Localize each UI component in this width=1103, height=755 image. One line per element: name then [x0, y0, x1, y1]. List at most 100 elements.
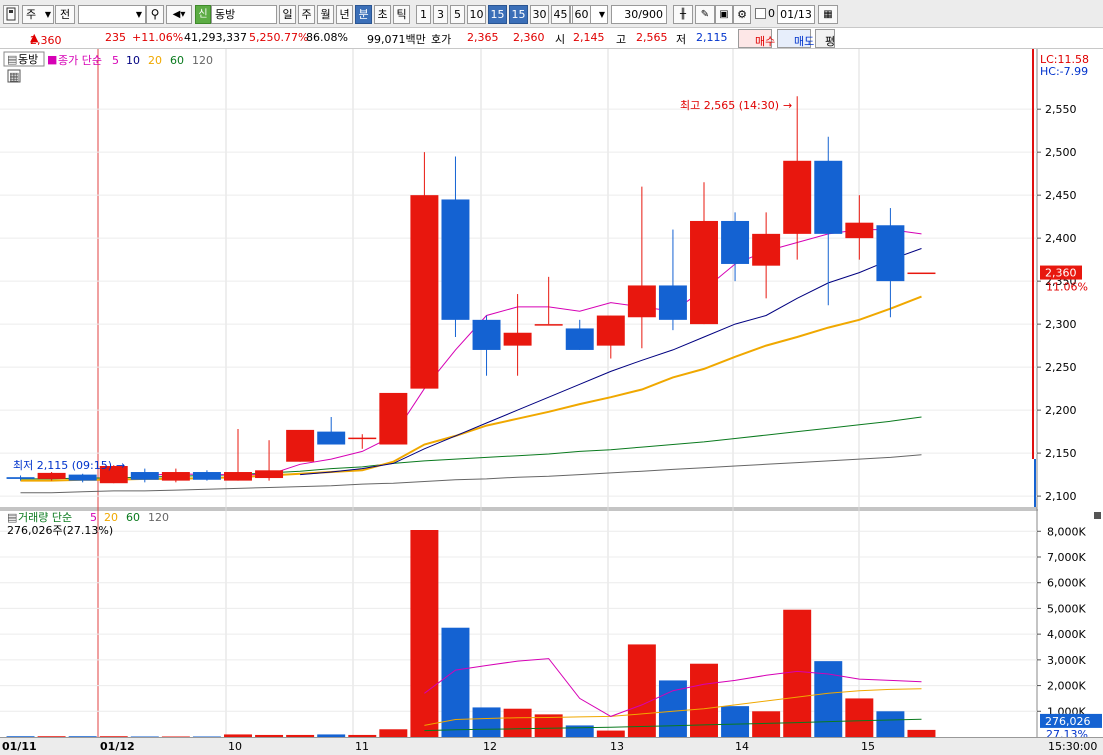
dropdown-arrow-icon: ▼ [44, 10, 51, 19]
x-axis: 01/11 01/12 10 11 12 13 14 15 15:30:00 [0, 737, 1103, 755]
volume-bar [410, 530, 439, 737]
interval-button[interactable]: 45 [551, 5, 570, 24]
interval-button[interactable]: 60 [572, 5, 591, 24]
x-axis-label: 10 [228, 740, 242, 753]
open-price: 2,145 [573, 31, 605, 44]
vol-ma-legend-item: 60 [126, 511, 140, 524]
period-tab[interactable]: 주 [298, 5, 315, 24]
bid-label: 호가 [431, 33, 452, 46]
new-listing-badge: 신 [195, 5, 211, 24]
x-axis-label: 13 [610, 740, 624, 753]
ma-legend-item: 10 [126, 54, 140, 67]
ma-legend-item: 20 [148, 54, 162, 67]
candle-body [472, 319, 501, 350]
candle-body [907, 272, 936, 275]
high-marker-label: 최고 2,565 (14:30) [680, 99, 779, 112]
panel-menu-icon [1094, 512, 1101, 519]
y-axis-labels: 2,1002,1502,2002,2502,3002,3502,4002,450… [1032, 49, 1103, 737]
panel-icon: ▤ [7, 511, 17, 524]
volume-bar [627, 644, 656, 737]
chart-area: 2,1002,1502,2002,2502,3002,3502,4002,450… [0, 49, 1103, 737]
candle-body [255, 470, 284, 479]
bid-price: 2,360 [513, 31, 545, 44]
ma-legend-item: 60 [170, 54, 184, 67]
candle-body [68, 474, 97, 481]
sell-button[interactable]: 매도 [777, 29, 814, 48]
candle-icon[interactable]: ╫ [673, 5, 693, 24]
volume-current-readout: 276,026주(27.13%) [7, 524, 113, 537]
x-axis-label: 01/11 [2, 740, 37, 753]
period-tab[interactable]: 틱 [393, 5, 410, 24]
interval-button[interactable]: 1 [416, 5, 431, 24]
candle-body [441, 199, 470, 320]
period-tab[interactable]: 년 [336, 5, 353, 24]
volume-bar [845, 698, 874, 737]
candle-body [224, 472, 252, 481]
vol-ma-legend-item: 5 [90, 511, 97, 524]
panel-icon: ▤ [7, 53, 17, 66]
legend-marker: ■ [47, 53, 57, 66]
volume-tick-label: 8,000K [1047, 525, 1086, 538]
period-tab[interactable]: 일 [279, 5, 296, 24]
volume-tick-label: 5,000K [1047, 602, 1086, 615]
interval-button[interactable]: 15 [509, 5, 528, 24]
stock-name: 동방 [215, 8, 236, 21]
x-axis-time: 15:30:00 [1048, 740, 1098, 753]
layout-icon[interactable] [3, 5, 19, 24]
interval-button[interactable]: 30 [530, 5, 549, 24]
interval-button-selected[interactable]: 15 [488, 5, 507, 24]
period-tab[interactable]: 초 [374, 5, 391, 24]
low-marker-label: 최저 2,115 (09:15) [13, 459, 112, 472]
gear-icon[interactable]: ⚙ [733, 5, 751, 24]
stock-code-input[interactable]: ▼ [78, 5, 146, 24]
period-tab[interactable]: 분 [355, 5, 372, 24]
candle-body [192, 472, 221, 480]
price-tick-label: 2,550 [1045, 103, 1077, 116]
candle-body [752, 233, 781, 266]
interval-button[interactable]: 5 [450, 5, 465, 24]
search-icon[interactable]: ⚲ [146, 5, 164, 24]
volume-bar [721, 706, 750, 737]
candle-body [814, 160, 843, 234]
candle-body [503, 332, 532, 346]
volume-tick-label: 2,000K [1047, 680, 1086, 693]
exchange-button[interactable]: 전 [55, 5, 75, 24]
volume-bar [379, 729, 408, 737]
type-select[interactable]: 주 ▼ [22, 5, 54, 24]
interval-button[interactable]: 10 [467, 5, 486, 24]
speaker-icon[interactable]: ◀▾ [166, 5, 192, 24]
type-label: 주 [26, 8, 37, 21]
candle-body [348, 437, 377, 440]
period-tab[interactable]: 월 [317, 5, 334, 24]
quote-bar: 2,360 ▲ 235 +11.06% 41,293,337 5,250.77%… [0, 28, 1103, 49]
candle-body [410, 195, 439, 389]
save-icon[interactable]: ▣ [715, 5, 733, 24]
volume-tick-label: 3,000K [1047, 654, 1086, 667]
price-change: 235 [105, 31, 126, 44]
draw-tool-icon[interactable]: ✎ [695, 5, 715, 24]
candle-body [658, 285, 687, 320]
arrow-right-icon: → [783, 99, 792, 112]
volume-bar [503, 708, 532, 737]
eval-button[interactable]: 평 [815, 29, 835, 48]
checkbox-label: 0 [768, 7, 775, 20]
price-tick-label: 2,150 [1045, 447, 1077, 460]
candle-count-field[interactable]: 30/900 [611, 5, 667, 24]
calendar-icon[interactable]: ▦ [818, 5, 838, 24]
buy-button[interactable]: 매수 [738, 29, 775, 48]
date-input[interactable]: 01/13 [777, 5, 815, 24]
interval-button[interactable]: 3 [433, 5, 448, 24]
volume-bar [472, 707, 501, 737]
candle-body [6, 477, 35, 479]
turnover: 86.08% [306, 31, 348, 44]
candle-body [379, 392, 408, 445]
volume-bar [752, 711, 781, 737]
price-tick-label: 2,250 [1045, 361, 1077, 374]
checkbox[interactable] [755, 8, 766, 19]
volume-tick-label: 4,000K [1047, 628, 1086, 641]
volume-bar [876, 711, 905, 737]
exchange-label: 전 [59, 8, 71, 21]
low-label: 저 [676, 33, 687, 46]
stock-name-field[interactable]: 동방 [211, 5, 277, 24]
candle-body [565, 328, 594, 350]
